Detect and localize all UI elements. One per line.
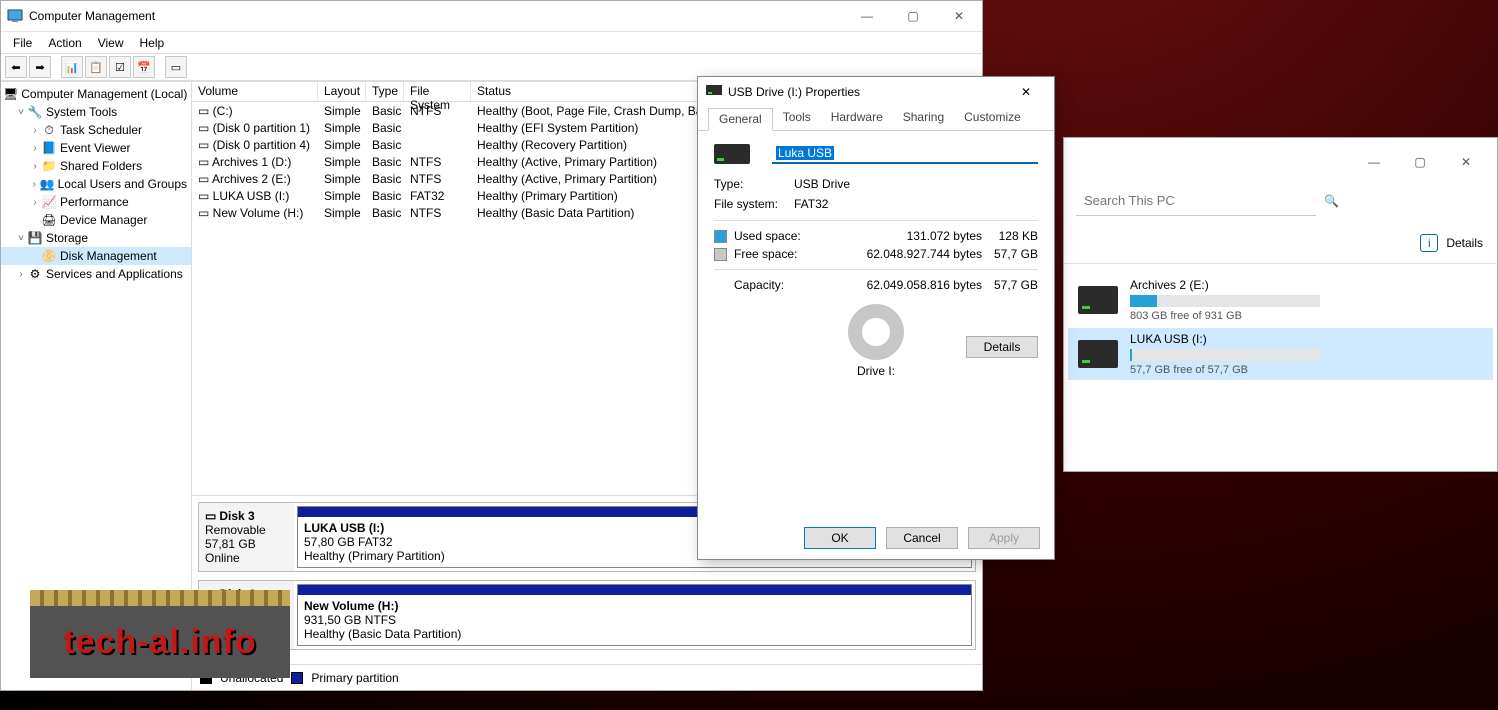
exp-minimize-button[interactable]: — xyxy=(1351,147,1397,177)
nav-back-button[interactable]: ⬅ xyxy=(5,56,27,78)
menu-action[interactable]: Action xyxy=(40,34,89,52)
disk4-row[interactable]: ▭Disk 4 Basic 931,50 GB Online New Volum… xyxy=(198,580,976,650)
search-icon[interactable]: 🔍 xyxy=(1324,194,1339,208)
explorer-window: — ▢ ✕ 🔍 i Details Archives 2 (E:)803 GB … xyxy=(1063,137,1498,472)
details-button[interactable]: Details xyxy=(966,336,1038,358)
props-title: USB Drive (I:) Properties xyxy=(728,85,860,99)
tree-shared-folders[interactable]: ›📁Shared Folders xyxy=(1,157,191,175)
type-value: USB Drive xyxy=(794,177,1038,191)
tab-tools[interactable]: Tools xyxy=(773,107,821,130)
disk-legend: Unallocated Primary partition xyxy=(192,664,982,690)
cm-titlebar[interactable]: Computer Management — ▢ ✕ xyxy=(1,1,982,31)
tree-services[interactable]: ›⚙Services and Applications xyxy=(1,265,191,283)
close-button[interactable]: ✕ xyxy=(936,1,982,31)
volume-label-input[interactable]: Luka USB xyxy=(772,143,1038,164)
hdd-icon xyxy=(1078,340,1118,368)
toolbar-btn-5[interactable]: ▭ xyxy=(165,56,187,78)
tab-hardware[interactable]: Hardware xyxy=(821,107,893,130)
drive-icon xyxy=(706,84,722,100)
ok-button[interactable]: OK xyxy=(804,527,876,549)
toolbar-btn-2[interactable]: 📋 xyxy=(85,56,107,78)
minimize-button[interactable]: — xyxy=(844,1,890,31)
exp-maximize-button[interactable]: ▢ xyxy=(1397,147,1443,177)
info-icon[interactable]: i xyxy=(1420,234,1438,252)
props-tabs: General Tools Hardware Sharing Customize xyxy=(698,107,1054,131)
menu-help[interactable]: Help xyxy=(132,34,173,52)
properties-dialog: USB Drive (I:) Properties ✕ General Tool… xyxy=(697,76,1055,560)
drive-list: Archives 2 (E:)803 GB free of 931 GBLUKA… xyxy=(1064,264,1497,390)
tree-task-scheduler[interactable]: ›⏱Task Scheduler xyxy=(1,121,191,139)
cm-title: Computer Management xyxy=(29,9,844,23)
tab-customize[interactable]: Customize xyxy=(954,107,1031,130)
tree-disk-management[interactable]: 📀Disk Management xyxy=(1,247,191,265)
tree-storage[interactable]: ˅💾Storage xyxy=(1,229,191,247)
disk3-info: ▭Disk 3 Removable 57,81 GB Online xyxy=(199,503,294,571)
search-input[interactable] xyxy=(1076,186,1316,216)
tree-device-manager[interactable]: 🖨Device Manager xyxy=(1,211,191,229)
toolbar-btn-1[interactable]: 📊 xyxy=(61,56,83,78)
drive-label: Drive I: xyxy=(857,364,895,378)
free-color-swatch xyxy=(714,248,727,261)
drive-item[interactable]: Archives 2 (E:)803 GB free of 931 GB xyxy=(1068,274,1493,326)
tree-performance[interactable]: ›📈Performance xyxy=(1,193,191,211)
menu-file[interactable]: File xyxy=(5,34,40,52)
props-close-button[interactable]: ✕ xyxy=(1006,77,1046,107)
maximize-button[interactable]: ▢ xyxy=(890,1,936,31)
tree-event-viewer[interactable]: ›📘Event Viewer xyxy=(1,139,191,157)
tree-system-tools[interactable]: ˅🔧System Tools xyxy=(1,103,191,121)
props-titlebar[interactable]: USB Drive (I:) Properties ✕ xyxy=(698,77,1054,107)
tree-root[interactable]: 🖥Computer Management (Local) xyxy=(1,85,191,103)
used-color-swatch xyxy=(714,230,727,243)
col-fs[interactable]: File System xyxy=(404,82,471,101)
col-layout[interactable]: Layout xyxy=(318,82,366,101)
drive-item[interactable]: LUKA USB (I:)57,7 GB free of 57,7 GB xyxy=(1068,328,1493,380)
drive-icon-large xyxy=(714,144,750,164)
exp-close-button[interactable]: ✕ xyxy=(1443,147,1489,177)
cm-menubar: File Action View Help xyxy=(1,31,982,53)
tab-sharing[interactable]: Sharing xyxy=(893,107,954,130)
hdd-icon xyxy=(1078,286,1118,314)
disk4-partition[interactable]: New Volume (H:)931,50 GB NTFSHealthy (Ba… xyxy=(297,584,972,646)
menu-view[interactable]: View xyxy=(90,34,132,52)
apply-button[interactable]: Apply xyxy=(968,527,1040,549)
col-type[interactable]: Type xyxy=(366,82,404,101)
cancel-button[interactable]: Cancel xyxy=(886,527,958,549)
tree-local-users[interactable]: ›👥Local Users and Groups xyxy=(1,175,191,193)
toolbar-btn-3[interactable]: ☑ xyxy=(109,56,131,78)
watermark: tech-al.info xyxy=(10,590,300,690)
toolbar-btn-4[interactable]: 📅 xyxy=(133,56,155,78)
fs-value: FAT32 xyxy=(794,197,1038,211)
capacity-ring-icon xyxy=(848,304,904,360)
app-icon xyxy=(7,8,23,24)
details-link[interactable]: Details xyxy=(1446,236,1483,250)
nav-fwd-button[interactable]: ➡ xyxy=(29,56,51,78)
tab-general[interactable]: General xyxy=(708,108,773,131)
col-volume[interactable]: Volume xyxy=(192,82,318,101)
